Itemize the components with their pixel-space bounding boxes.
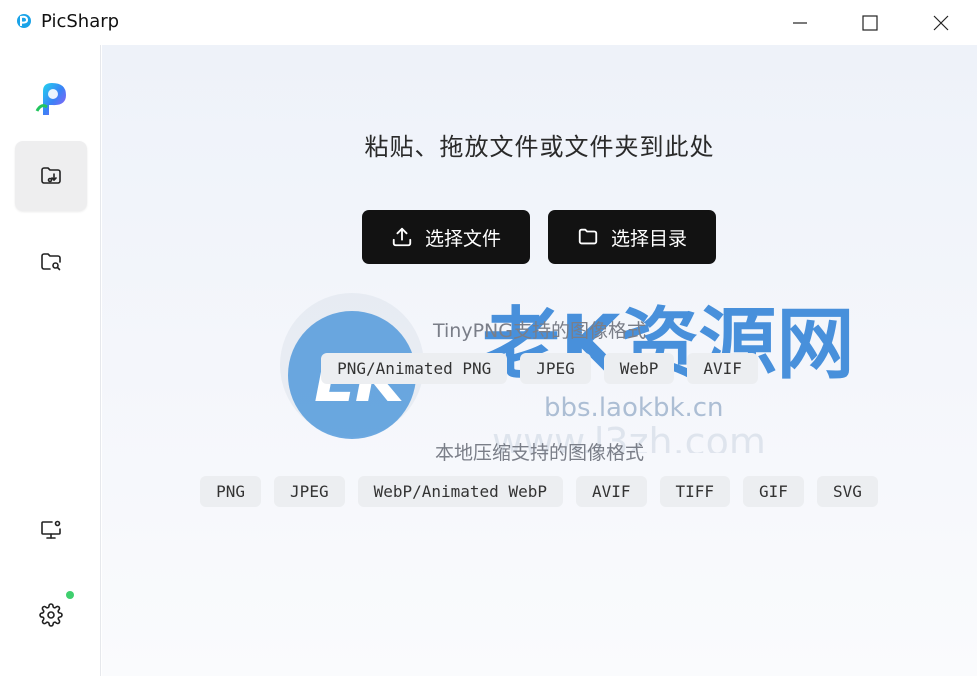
minimize-button[interactable] xyxy=(765,0,835,45)
drop-zone[interactable]: LK 老K资源网 bbs.laokbk.cn www.l3zh.com 粘贴、拖… xyxy=(102,45,977,676)
maximize-button[interactable] xyxy=(835,0,905,45)
format-chip: JPEG xyxy=(274,476,345,507)
select-files-button[interactable]: 选择文件 xyxy=(362,210,530,264)
sidebar xyxy=(0,45,101,676)
format-chip: TIFF xyxy=(659,476,731,507)
monitor-settings-icon xyxy=(41,520,61,539)
select-dir-label: 选择目录 xyxy=(610,227,687,250)
format-chip: JPEG xyxy=(520,353,591,384)
tinypng-formats-title: TinyPNG支持的图像格式 xyxy=(433,320,646,342)
format-chip: GIF xyxy=(743,476,804,507)
format-chip: WebP xyxy=(603,353,675,384)
folder-download-icon xyxy=(41,167,61,184)
sidebar-item-settings[interactable] xyxy=(15,580,87,650)
title-bar[interactable]: PicSharp xyxy=(0,0,977,45)
format-chip: SVG xyxy=(816,476,878,507)
upload-icon xyxy=(392,227,412,247)
watermark-url-1: bbs.laokbk.cn xyxy=(544,393,724,423)
folder-icon xyxy=(578,228,598,245)
format-chip: WebP/Animated WebP xyxy=(357,476,563,507)
local-format-list: PNG JPEG WebP/Animated WebP AVIF TIFF GI… xyxy=(189,476,889,507)
format-chip: PNG/Animated PNG xyxy=(321,353,508,384)
tinypng-format-list: PNG/Animated PNG JPEG WebP AVIF xyxy=(102,353,977,384)
sidebar-item-compress[interactable] xyxy=(15,141,87,211)
app-icon xyxy=(17,14,31,28)
maximize-icon xyxy=(862,14,878,31)
window-title: PicSharp xyxy=(41,11,120,32)
close-button[interactable] xyxy=(906,0,976,45)
sidebar-item-watch[interactable] xyxy=(15,227,87,297)
minimize-icon xyxy=(793,21,807,24)
format-chip: AVIF xyxy=(575,476,647,507)
app-logo xyxy=(35,83,66,115)
format-chip: PNG xyxy=(200,476,262,507)
drop-zone-title: 粘贴、拖放文件或文件夹到此处 xyxy=(364,133,715,161)
select-files-label: 选择文件 xyxy=(424,227,501,250)
sidebar-item-monitor[interactable] xyxy=(15,495,87,565)
select-dir-button[interactable]: 选择目录 xyxy=(548,210,716,264)
folder-search-icon xyxy=(41,253,61,271)
close-icon xyxy=(933,15,949,30)
format-chip: AVIF xyxy=(687,353,758,384)
status-badge xyxy=(66,591,74,599)
local-formats-title: 本地压缩支持的图像格式 xyxy=(434,442,644,464)
gear-icon xyxy=(39,603,63,627)
